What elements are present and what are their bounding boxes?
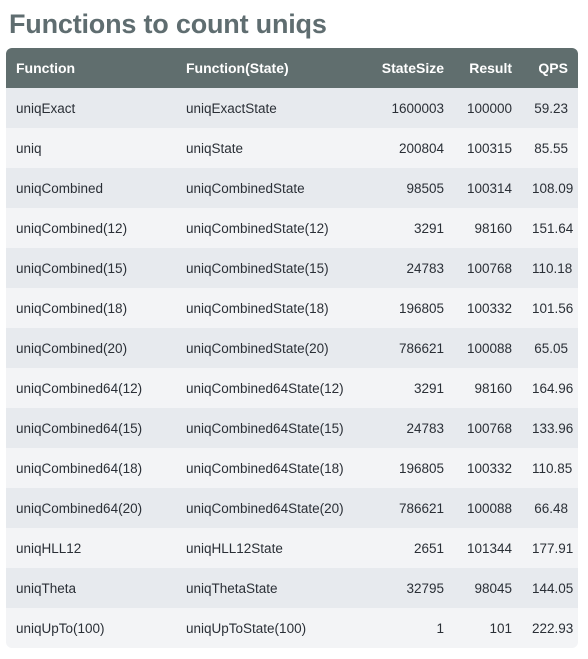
cell-result: 98160 (474, 220, 512, 236)
cell-function_state: uniqExactState (186, 100, 277, 116)
cell-qps: 101.56 (532, 300, 574, 316)
cell-function_state: uniqCombined64State(18) (186, 460, 344, 476)
cell-state_size: 786621 (398, 500, 444, 516)
cell-result: 100088 (466, 340, 512, 356)
cell-function_state: uniqCombinedState(20) (186, 340, 329, 356)
table-body: uniqExact uniqExactState 1600003 100000 59.2… (6, 88, 578, 648)
table-row[interactable]: uniqCombined64(15) uniqCombined64State(15… (6, 408, 578, 448)
cell-result: 98045 (474, 580, 512, 596)
cell-state_size: 2651 (413, 540, 444, 556)
cell-function: uniqCombined(18) (16, 300, 128, 316)
cell-qps: 177.91 (532, 540, 574, 556)
cell-state_size: 1 (436, 620, 444, 636)
column-header-qps[interactable]: QPS (522, 48, 578, 88)
cell-function: uniqCombined64(20) (16, 500, 143, 516)
cell-function_state: uniqCombined64State(15) (186, 420, 344, 436)
cell-qps: 65.05 (534, 340, 568, 356)
cell-function_state: uniqCombinedState(12) (186, 220, 329, 236)
cell-qps: 144.05 (532, 580, 574, 596)
cell-state_size: 196805 (398, 460, 444, 476)
cell-qps: 133.96 (532, 420, 574, 436)
table-row[interactable]: uniqHLL12 uniqHLL12State 2651 101344 177.91 (6, 528, 578, 568)
uniq-functions-table-container: Function Function(State) StateSize Result QP… (6, 48, 578, 648)
cell-result: 98160 (474, 380, 512, 396)
column-header-function_state[interactable]: Function(State) (176, 48, 370, 88)
table-row[interactable]: uniqCombined64(12) uniqCombined64State(12… (6, 368, 578, 408)
uniq-functions-table: Function Function(State) StateSize Result QP… (6, 48, 578, 648)
cell-state_size: 1600003 (391, 100, 444, 116)
cell-function_state: uniqThetaState (186, 580, 278, 596)
cell-function: uniqTheta (16, 580, 77, 596)
column-header-function[interactable]: Function (6, 48, 176, 88)
cell-function_state: uniqCombined64State(20) (186, 500, 344, 516)
cell-qps: 164.96 (532, 380, 574, 396)
cell-function: uniqCombined(20) (16, 340, 128, 356)
cell-state_size: 200804 (398, 140, 444, 156)
cell-function: uniqExact (16, 100, 76, 116)
table-row[interactable]: uniqExact uniqExactState 1600003 100000 59.2… (6, 88, 578, 128)
cell-qps: 59.23 (534, 100, 568, 116)
table-row[interactable]: uniqCombined(12) uniqCombinedState(12) 329… (6, 208, 578, 248)
page-title: Functions to count uniqs (9, 9, 327, 39)
cell-function: uniq (16, 140, 42, 156)
table-row[interactable]: uniqUpTo(100) uniqUpToState(100) 1 101 222.9… (6, 608, 578, 648)
cell-qps: 222.93 (532, 620, 574, 636)
cell-function: uniqCombined(12) (16, 220, 128, 236)
cell-state_size: 196805 (398, 300, 444, 316)
cell-state_size: 786621 (398, 340, 444, 356)
cell-result: 100315 (466, 140, 512, 156)
column-header-state_size[interactable]: StateSize (370, 48, 454, 88)
cell-function_state: uniqUpToState(100) (186, 620, 307, 636)
cell-function_state: uniqCombinedState (186, 180, 305, 196)
table-row[interactable]: uniqCombined(15) uniqCombinedState(15) 247… (6, 248, 578, 288)
cell-function_state: uniqCombined64State(12) (186, 380, 344, 396)
cell-function_state: uniqHLL12State (186, 540, 283, 556)
cell-result: 100768 (466, 420, 512, 436)
cell-function: uniqCombined64(15) (16, 420, 143, 436)
table-row[interactable]: uniqCombined(18) uniqCombinedState(18) 196… (6, 288, 578, 328)
cell-state_size: 98505 (406, 180, 444, 196)
table-header: Function Function(State) StateSize Result QP… (6, 48, 578, 88)
cell-qps: 66.48 (534, 500, 568, 516)
page-root: Functions to count uniqs Function Functio… (0, 0, 588, 659)
table-row[interactable]: uniqCombined64(20) uniqCombined64State(20… (6, 488, 578, 528)
cell-result: 100088 (466, 500, 512, 516)
cell-function_state: uniqCombinedState(15) (186, 260, 329, 276)
cell-state_size: 3291 (413, 220, 444, 236)
table-row[interactable]: uniqCombined uniqCombinedState 98505 100314… (6, 168, 578, 208)
cell-function_state: uniqState (186, 140, 244, 156)
cell-state_size: 32795 (406, 580, 444, 596)
cell-qps: 110.18 (532, 260, 573, 276)
cell-result: 101 (489, 620, 512, 636)
cell-function: uniqUpTo(100) (16, 620, 105, 636)
cell-result: 100332 (466, 460, 512, 476)
cell-state_size: 24783 (406, 260, 444, 276)
table-row[interactable]: uniqCombined64(18) uniqCombined64State(18… (6, 448, 578, 488)
cell-result: 100768 (466, 260, 512, 276)
table-row[interactable]: uniq uniqState 200804 100315 85.55 (6, 128, 578, 168)
cell-function: uniqCombined64(18) (16, 460, 143, 476)
cell-state_size: 3291 (413, 380, 444, 396)
cell-function: uniqCombined64(12) (16, 380, 143, 396)
cell-state_size: 24783 (406, 420, 444, 436)
cell-qps: 110.85 (532, 460, 573, 476)
cell-qps: 85.55 (534, 140, 568, 156)
cell-qps: 108.09 (532, 180, 574, 196)
cell-result: 100314 (466, 180, 512, 196)
column-header-result[interactable]: Result (454, 48, 522, 88)
cell-result: 100332 (466, 300, 512, 316)
cell-result: 100000 (466, 100, 512, 116)
cell-function: uniqHLL12 (16, 540, 82, 556)
table-row[interactable]: uniqCombined(20) uniqCombinedState(20) 786… (6, 328, 578, 368)
table-row[interactable]: uniqTheta uniqThetaState 32795 98045 144.05 (6, 568, 578, 608)
table-header-row: Function Function(State) StateSize Result QP… (6, 48, 578, 88)
cell-function: uniqCombined(15) (16, 260, 128, 276)
cell-function_state: uniqCombinedState(18) (186, 300, 329, 316)
cell-qps: 151.64 (532, 220, 574, 236)
cell-function: uniqCombined (16, 180, 104, 196)
cell-result: 101344 (466, 540, 512, 556)
